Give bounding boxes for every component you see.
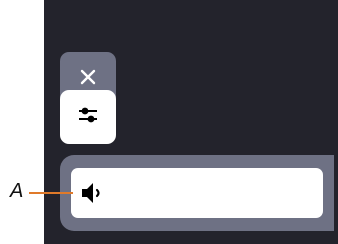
settings-button[interactable] [60, 90, 116, 144]
callout-label: A [10, 180, 24, 202]
close-icon [80, 69, 96, 90]
callout-line [29, 192, 73, 194]
volume-button[interactable] [71, 168, 323, 218]
sliders-icon [77, 104, 99, 131]
speaker-low-volume-icon [80, 180, 106, 206]
